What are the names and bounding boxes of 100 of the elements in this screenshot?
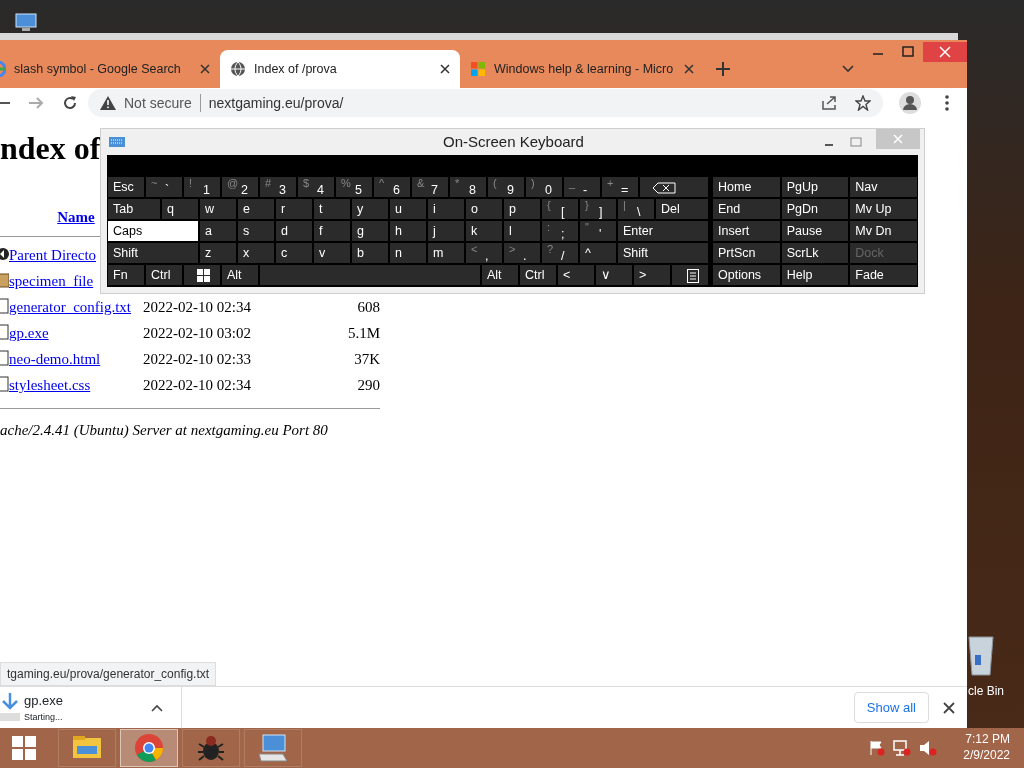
star-icon[interactable]	[855, 95, 871, 111]
keyboard-key[interactable]: z	[200, 243, 236, 263]
keyboard-key[interactable]: l	[504, 221, 540, 241]
keyboard-key[interactable]: & 7	[412, 177, 448, 197]
keyboard-key[interactable]: Fn	[108, 265, 144, 285]
keyboard-key[interactable]: Ctrl	[520, 265, 556, 285]
keyboard-key[interactable]: c	[276, 243, 312, 263]
file-link[interactable]: Parent Directo	[9, 246, 97, 263]
keyboard-key[interactable]: q	[162, 199, 198, 219]
keyboard-key[interactable]: t	[314, 199, 350, 219]
keyboard-key[interactable]: ! 1	[184, 177, 220, 197]
keyboard-key[interactable]: ~ `	[146, 177, 182, 197]
file-link[interactable]: generator_config.txt	[9, 298, 132, 315]
keyboard-key[interactable]: f	[314, 221, 350, 241]
chevron-up-icon[interactable]	[151, 703, 164, 712]
keyboard-key[interactable]: w	[200, 199, 236, 219]
show-all-button[interactable]: Show all	[853, 691, 929, 724]
windows-logo-icon[interactable]	[12, 736, 36, 760]
keyboard-key[interactable]: b	[352, 243, 388, 263]
keyboard-key[interactable]: End	[713, 199, 780, 219]
keyboard-key[interactable]: Help	[781, 265, 849, 285]
keyboard-key[interactable]: e	[238, 199, 274, 219]
keyboard-key[interactable]: Del	[656, 199, 708, 219]
keyboard-key[interactable]: % 5	[336, 177, 372, 197]
profile-icon[interactable]	[899, 92, 921, 114]
keyboard-key[interactable]: g	[352, 221, 388, 241]
close-icon[interactable]	[440, 64, 450, 74]
taskbar-app-button[interactable]	[244, 729, 302, 767]
recycle-bin-icon[interactable]	[966, 633, 996, 677]
keyboard-key[interactable]: a	[200, 221, 236, 241]
taskbar-app-button[interactable]	[182, 729, 240, 767]
keyboard-key[interactable]: Nav	[850, 177, 917, 197]
keyboard-key[interactable]: Ctrl	[146, 265, 182, 285]
more-menu-icon[interactable]	[945, 95, 949, 111]
reload-icon[interactable]	[62, 95, 78, 111]
keyboard-key[interactable]: s	[238, 221, 274, 241]
keyboard-key[interactable]: h	[390, 221, 426, 241]
keyboard-key[interactable]: Mv Dn	[850, 221, 917, 241]
keyboard-key[interactable]: o	[466, 199, 502, 219]
file-link[interactable]: specimen_file	[9, 272, 94, 289]
keyboard-key[interactable]: d	[276, 221, 312, 241]
keyboard-key[interactable]: { [	[542, 199, 578, 219]
computer-icon[interactable]	[14, 12, 38, 32]
keyboard-key[interactable]: > .	[504, 243, 540, 263]
keyboard-key[interactable]: j	[428, 221, 464, 241]
keyboard-key[interactable]: Fade	[850, 265, 917, 285]
keyboard-key[interactable]: Shift	[618, 243, 708, 263]
keyboard-key[interactable]: <	[558, 265, 594, 285]
keyboard-key[interactable]: ^ 6	[374, 177, 410, 197]
keyboard-key[interactable]: k	[466, 221, 502, 241]
column-header-link[interactable]: Name	[57, 208, 95, 225]
browser-tab[interactable]: slash symbol - Google Search	[0, 50, 220, 88]
keyboard-key[interactable]: Options	[713, 265, 780, 285]
taskbar-app-button[interactable]	[120, 729, 178, 767]
address-bar[interactable]: Not secure nextgaming.eu/prova/	[88, 89, 883, 117]
volume-muted-icon[interactable]	[919, 740, 938, 756]
keyboard-key[interactable]: x	[238, 243, 274, 263]
keyboard-key[interactable]: @ 2	[222, 177, 258, 197]
close-icon[interactable]	[943, 701, 955, 714]
keyboard-key[interactable]: Alt	[482, 265, 518, 285]
keyboard-key[interactable]: * 8	[450, 177, 486, 197]
keyboard-key[interactable]: PgDn	[781, 199, 849, 219]
keyboard-key[interactable]: } ]	[580, 199, 616, 219]
taskbar-app-button[interactable]	[58, 729, 116, 767]
keyboard-key[interactable]: Mv Up	[850, 199, 917, 219]
keyboard-key[interactable]: Shift	[108, 243, 198, 263]
keyboard-key[interactable]: Esc	[108, 177, 144, 197]
keyboard-key[interactable]	[184, 265, 220, 285]
keyboard-key[interactable]: p	[504, 199, 540, 219]
share-icon[interactable]	[821, 95, 837, 111]
plus-icon[interactable]	[716, 62, 730, 76]
keyboard-key[interactable]: _ -	[564, 177, 600, 197]
keyboard-key[interactable]: | \	[618, 199, 654, 219]
chevron-down-icon[interactable]	[842, 65, 854, 73]
keyboard-key[interactable]: Insert	[713, 221, 780, 241]
keyboard-key[interactable]	[672, 265, 708, 285]
keyboard-key[interactable]: " '	[580, 221, 616, 241]
keyboard-key[interactable]: ( 9	[488, 177, 524, 197]
clock[interactable]: 7:12 PM 2/9/2022	[963, 732, 1010, 764]
keyboard-key[interactable]: v	[314, 243, 350, 263]
file-link[interactable]: stylesheet.css	[9, 376, 91, 393]
keyboard-key[interactable]: Enter	[618, 221, 708, 241]
keyboard-key[interactable]: ∨	[596, 265, 632, 285]
network-icon[interactable]	[893, 740, 912, 756]
keyboard-key[interactable]: y	[352, 199, 388, 219]
keyboard-key[interactable]: Home	[713, 177, 780, 197]
keyboard-key[interactable]: + =	[602, 177, 638, 197]
keyboard-key[interactable]: m	[428, 243, 464, 263]
keyboard-key[interactable]: ^	[580, 243, 616, 263]
keyboard-key[interactable]: Tab	[108, 199, 160, 219]
keyboard-key[interactable]: ) 0	[526, 177, 562, 197]
keyboard-key[interactable]: >	[634, 265, 670, 285]
keyboard-key[interactable]: r	[276, 199, 312, 219]
keyboard-key[interactable]: ScrLk	[781, 243, 849, 263]
keyboard-key[interactable]: Pause	[781, 221, 849, 241]
browser-tab[interactable]: Windows help & learning - Micro	[460, 50, 704, 88]
keyboard-key[interactable]: PrtScn	[713, 243, 780, 263]
keyboard-key[interactable]: $ 4	[298, 177, 334, 197]
keyboard-key[interactable]: n	[390, 243, 426, 263]
keyboard-key[interactable]: # 3	[260, 177, 296, 197]
